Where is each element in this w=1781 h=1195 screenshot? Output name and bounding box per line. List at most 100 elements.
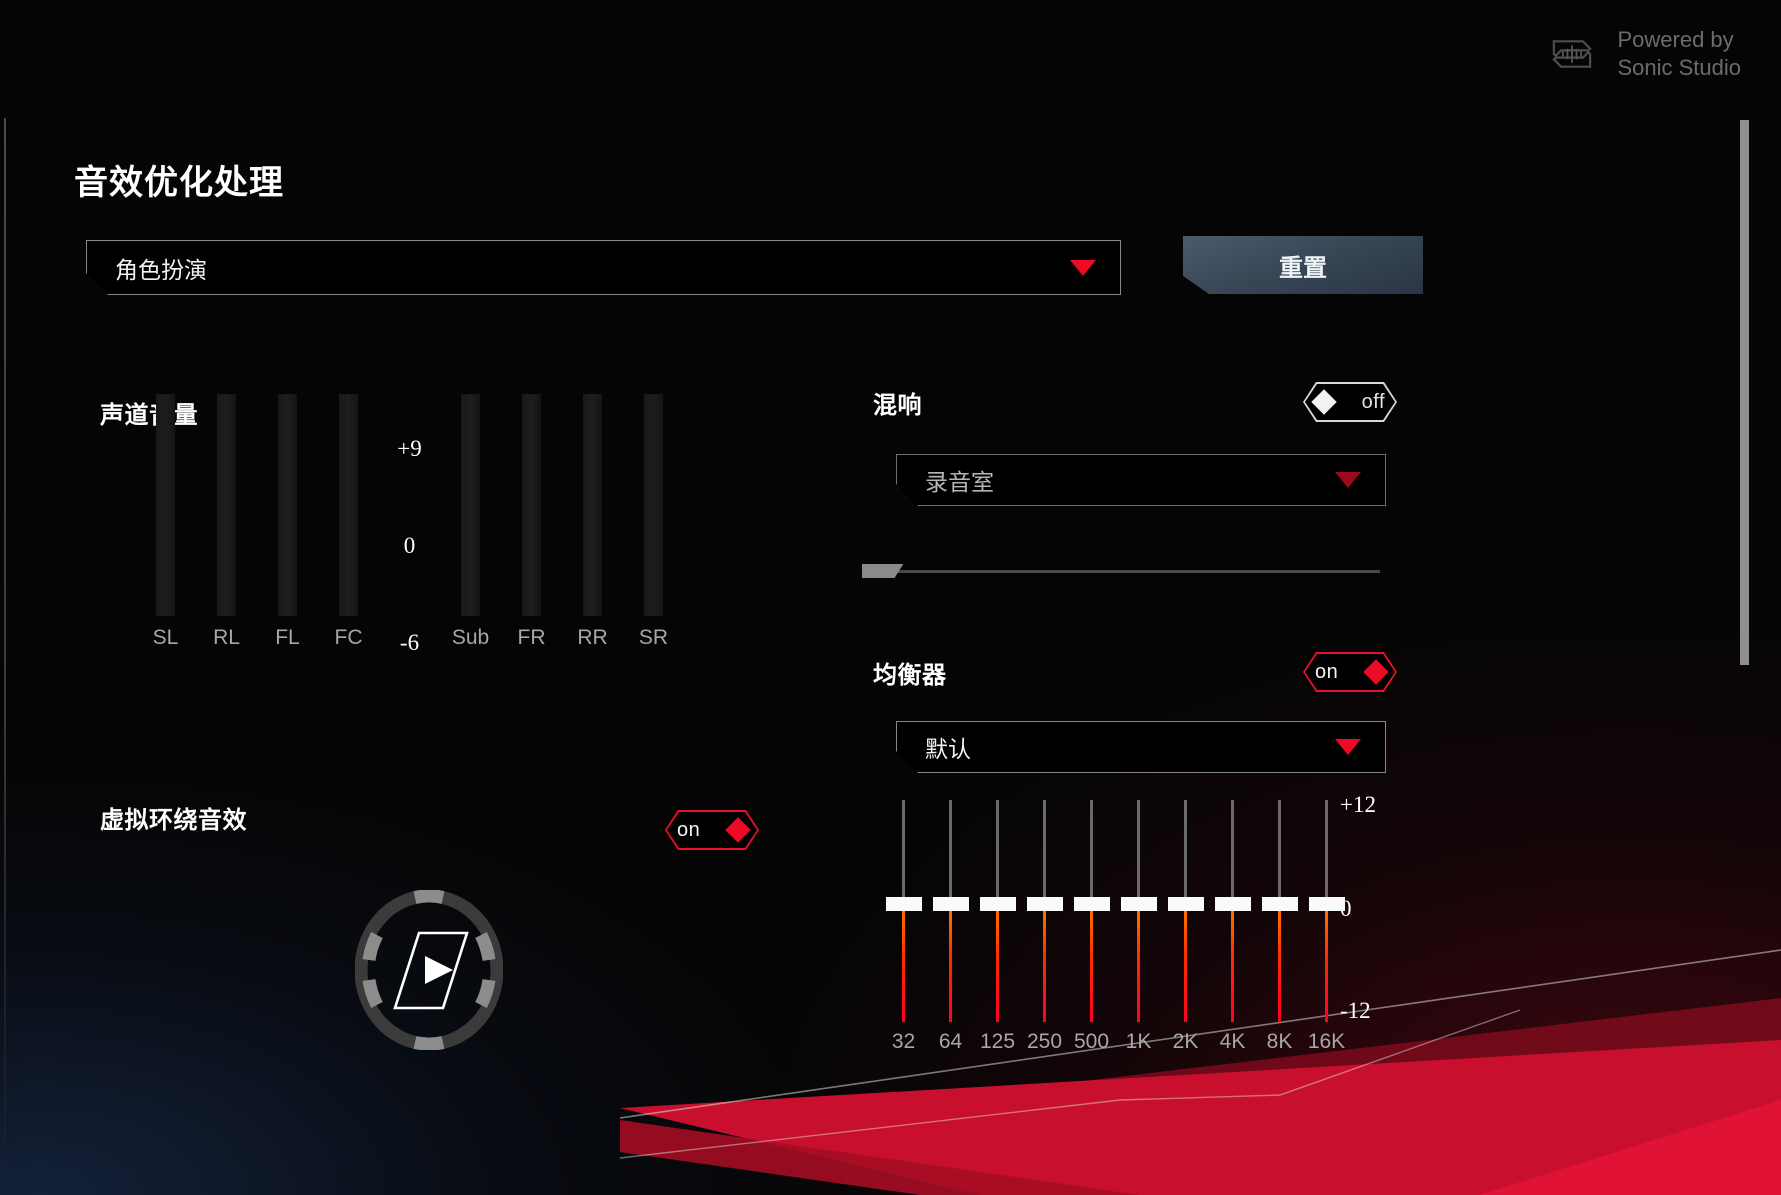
scrollbar-thumb[interactable] — [1740, 120, 1749, 665]
channel-volume-scale-label: -6 — [399, 630, 420, 655]
channel-slider-sub[interactable]: Sub — [440, 394, 501, 650]
eq-band-thumb[interactable] — [1120, 897, 1157, 911]
combo-notch — [896, 476, 926, 506]
eq-band-track[interactable] — [1073, 800, 1110, 1022]
channel-slider-sr[interactable]: SR — [623, 394, 684, 650]
sound-profile-dropdown[interactable]: 角色扮演 — [86, 240, 1121, 295]
eq-band-label: 4K — [1219, 1030, 1246, 1053]
eq-band-fill — [1325, 905, 1328, 1022]
chevron-down-icon — [1335, 739, 1361, 755]
chevron-down-icon — [1070, 259, 1096, 276]
channel-slider-rr[interactable]: RR — [562, 394, 623, 650]
eq-band-fill — [1043, 905, 1046, 1022]
channel-slider-track[interactable] — [644, 394, 663, 616]
eq-band-label: 2K — [1172, 1030, 1199, 1053]
eq-band-125[interactable]: 125 — [974, 800, 1021, 1054]
combo-notch — [86, 265, 116, 295]
eq-band-fill — [1137, 905, 1140, 1022]
virtual-surround-toggle-label: on — [677, 818, 701, 841]
eq-scale-label: -12 — [1340, 998, 1371, 1023]
reverb-toggle-wrap: off — [1303, 382, 1397, 422]
eq-band-thumb[interactable] — [885, 897, 922, 911]
channel-slider-track[interactable] — [583, 394, 602, 616]
eq-band-label: 32 — [891, 1030, 916, 1053]
page-title: 音效优化处理 — [74, 164, 284, 202]
combo-notch — [896, 743, 926, 773]
channel-slider-track[interactable] — [278, 394, 297, 616]
eq-band-label: 125 — [979, 1030, 1016, 1053]
eq-band-250[interactable]: 250 — [1021, 800, 1068, 1054]
channel-slider-fr[interactable]: FR — [501, 394, 562, 650]
eq-band-fill — [1278, 905, 1281, 1022]
eq-band-thumb[interactable] — [1261, 897, 1298, 911]
eq-band-thumb[interactable] — [1214, 897, 1251, 911]
virtual-surround-toggle[interactable]: on — [665, 810, 759, 850]
channel-volume-scale-label: 0 — [403, 533, 416, 558]
eq-band-label: 500 — [1073, 1030, 1110, 1053]
eq-band-track[interactable] — [1308, 800, 1345, 1022]
channel-slider-label: SL — [152, 626, 179, 649]
equalizer-toggle[interactable]: on — [1303, 652, 1397, 692]
surround-dial-icon[interactable] — [354, 889, 504, 1051]
eq-band-fill — [1231, 905, 1234, 1022]
sonic-studio-window: Powered by Sonic Studio 音效优化处理 角色扮演 重置 声… — [0, 0, 1781, 1195]
channel-slider-track[interactable] — [461, 394, 480, 616]
channel-volume-scale: +9 0 -6 — [379, 428, 440, 655]
eq-band-label: 250 — [1026, 1030, 1063, 1053]
channel-slider-label: FR — [517, 626, 546, 649]
eq-band-32[interactable]: 32 — [880, 800, 927, 1054]
chevron-down-icon — [1335, 472, 1361, 488]
eq-band-4k[interactable]: 4K — [1209, 800, 1256, 1054]
channel-slider-track[interactable] — [339, 394, 358, 616]
reverb-preset-dropdown[interactable]: 录音室 — [896, 454, 1386, 506]
eq-band-thumb[interactable] — [1073, 897, 1110, 911]
eq-band-track[interactable] — [885, 800, 922, 1022]
eq-band-track[interactable] — [1261, 800, 1298, 1022]
eq-band-label: 8K — [1266, 1030, 1293, 1053]
eq-band-label: 64 — [938, 1030, 963, 1053]
virtual-surround-title: 虚拟环绕音效 — [100, 807, 247, 834]
channel-slider-rl[interactable]: RL — [196, 394, 257, 650]
eq-band-500[interactable]: 500 — [1068, 800, 1115, 1054]
reverb-toggle[interactable]: off — [1303, 382, 1397, 422]
channel-slider-track[interactable] — [522, 394, 541, 616]
channel-slider-sl[interactable]: SL — [135, 394, 196, 650]
channel-slider-fl[interactable]: FL — [257, 394, 318, 650]
branding-text: Powered by Sonic Studio — [1617, 27, 1741, 81]
reverb-toggle-label: off — [1361, 390, 1385, 413]
eq-band-track[interactable] — [1214, 800, 1251, 1022]
channel-volume-sliders: SL RL FL FC +9 0 -6 Sub FR RR SR — [135, 394, 684, 655]
reverb-preset-value: 录音室 — [925, 469, 994, 495]
channel-slider-fc[interactable]: FC — [318, 394, 379, 650]
reverb-slider-track — [862, 570, 1380, 573]
eq-band-64[interactable]: 64 — [927, 800, 974, 1054]
eq-band-thumb[interactable] — [932, 897, 969, 911]
eq-band-track[interactable] — [1167, 800, 1204, 1022]
eq-band-2k[interactable]: 2K — [1162, 800, 1209, 1054]
channel-slider-track[interactable] — [217, 394, 236, 616]
equalizer-preset-dropdown[interactable]: 默认 — [896, 721, 1386, 773]
channel-slider-label: Sub — [451, 626, 490, 649]
branding: Powered by Sonic Studio — [1543, 26, 1741, 82]
eq-band-track[interactable] — [932, 800, 969, 1022]
eq-band-track[interactable] — [979, 800, 1016, 1022]
channel-slider-track[interactable] — [156, 394, 175, 616]
eq-band-thumb[interactable] — [979, 897, 1016, 911]
eq-scale-label: 0 — [1340, 896, 1352, 921]
eq-band-fill — [1090, 905, 1093, 1022]
equalizer-title: 均衡器 — [873, 662, 947, 689]
reverb-title: 混响 — [873, 392, 922, 419]
eq-band-thumb[interactable] — [1167, 897, 1204, 911]
channel-slider-label: RR — [577, 626, 608, 649]
reverb-strength-slider[interactable] — [862, 560, 1380, 582]
eq-band-track[interactable] — [1120, 800, 1157, 1022]
eq-band-8k[interactable]: 8K — [1256, 800, 1303, 1054]
eq-band-thumb[interactable] — [1026, 897, 1063, 911]
sonic-studio-logo-icon — [1552, 40, 1593, 68]
eq-band-track[interactable] — [1026, 800, 1063, 1022]
eq-band-1k[interactable]: 1K — [1115, 800, 1162, 1054]
equalizer-scale: +12 0 -12 — [1340, 792, 1410, 1030]
eq-band-fill — [902, 905, 905, 1022]
sound-profile-value: 角色扮演 — [115, 256, 207, 283]
reset-button[interactable]: 重置 — [1183, 236, 1423, 294]
